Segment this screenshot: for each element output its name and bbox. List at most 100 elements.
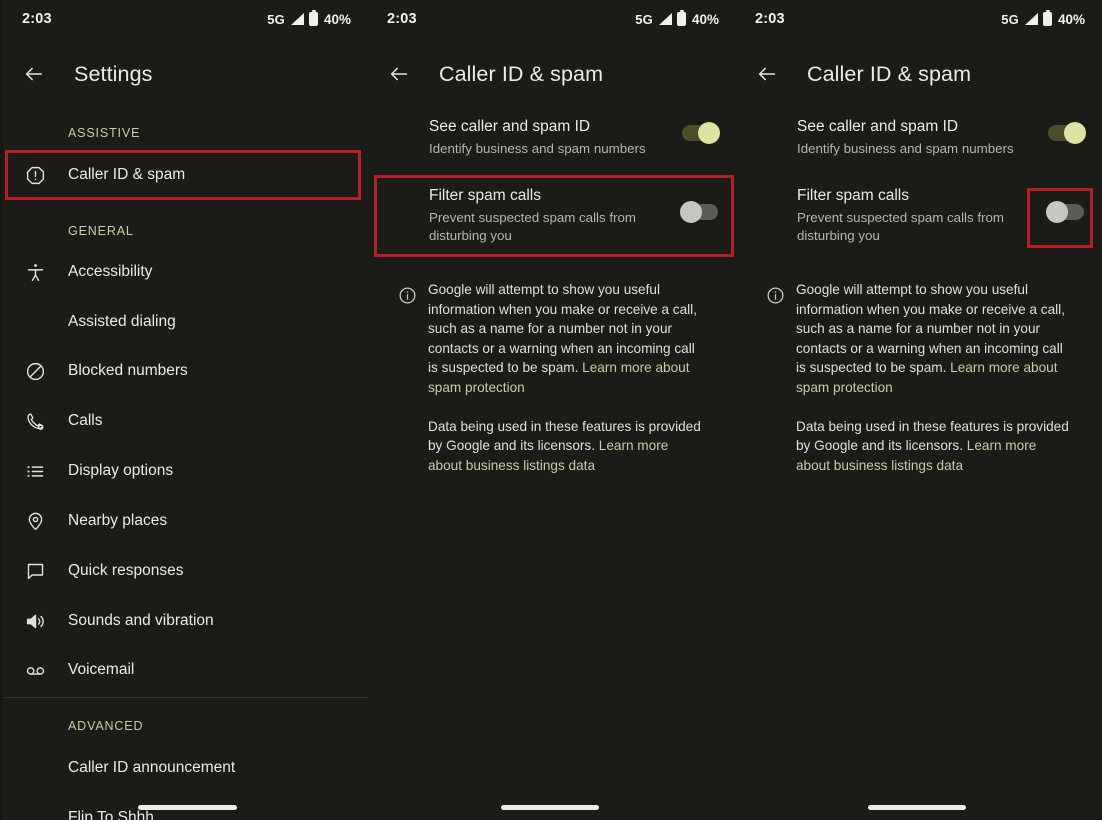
sidebar-item-label: Assisted dialing xyxy=(68,313,176,331)
back-arrow-icon[interactable] xyxy=(744,63,790,85)
section-header-assistive: ASSISTIVE xyxy=(3,126,140,140)
info-icon xyxy=(386,280,428,305)
setting-title: Filter spam calls xyxy=(797,186,1048,206)
sidebar-item-label: Display options xyxy=(68,462,173,480)
battery-percent: 40% xyxy=(1058,12,1085,27)
setting-row-see-caller-and-spam-id[interactable]: See caller and spam ID Identify business… xyxy=(736,117,1102,158)
sidebar-item-accessibility[interactable]: Accessibility xyxy=(3,247,368,297)
info-icon xyxy=(754,280,796,305)
network-type-label: 5G xyxy=(635,12,653,27)
info-text: Google will attempt to show you useful i… xyxy=(428,280,706,475)
sidebar-item-label: Voicemail xyxy=(68,661,134,679)
app-bar: Caller ID & spam xyxy=(736,52,1102,96)
status-icons: 5G 40% xyxy=(1001,12,1085,27)
voicemail-icon xyxy=(3,660,68,681)
home-indicator xyxy=(501,805,599,810)
status-time: 2:03 xyxy=(22,11,52,27)
section-header-general: GENERAL xyxy=(3,224,134,238)
section-header-advanced: ADVANCED xyxy=(3,719,143,733)
setting-title: See caller and spam ID xyxy=(797,117,1048,137)
sidebar-item-label: Calls xyxy=(68,412,102,430)
toggle-thumb xyxy=(1046,201,1068,223)
setting-texts: See caller and spam ID Identify business… xyxy=(797,117,1048,158)
sidebar-item-label: Accessibility xyxy=(68,263,152,281)
sidebar-item-calls[interactable]: Calls xyxy=(3,396,368,446)
network-type-label: 5G xyxy=(267,12,285,27)
battery-percent: 40% xyxy=(692,12,719,27)
info-paragraph-2: Data being used in these features is pro… xyxy=(428,417,706,476)
app-bar: Settings xyxy=(3,52,368,96)
accessibility-icon xyxy=(3,262,68,283)
setting-texts: Filter spam calls Prevent suspected spam… xyxy=(797,186,1048,245)
setting-row-see-caller-and-spam-id[interactable]: See caller and spam ID Identify business… xyxy=(368,117,736,158)
sidebar-item-nearby-places[interactable]: Nearby places xyxy=(3,496,368,546)
sidebar-item-label: Flip To Shhh xyxy=(68,809,154,820)
sidebar-item-label: Blocked numbers xyxy=(68,362,188,380)
sidebar-item-label: Sounds and vibration xyxy=(68,612,214,630)
setting-title: Filter spam calls xyxy=(429,186,682,206)
setting-subtitle: Prevent suspected spam calls from distur… xyxy=(797,209,1048,245)
app-bar: Caller ID & spam xyxy=(368,52,736,96)
toggle-filter-spam-calls[interactable] xyxy=(682,204,718,220)
back-arrow-icon[interactable] xyxy=(11,63,57,85)
home-indicator xyxy=(138,805,237,810)
home-indicator xyxy=(868,805,966,810)
sidebar-item-blocked-numbers[interactable]: Blocked numbers xyxy=(3,346,368,396)
status-time: 2:03 xyxy=(755,11,785,27)
network-type-label: 5G xyxy=(1001,12,1019,27)
info-text: Google will attempt to show you useful i… xyxy=(796,280,1074,475)
status-icons: 5G 40% xyxy=(267,12,351,27)
sidebar-item-label: Nearby places xyxy=(68,512,167,530)
sidebar-item-caller-id-announcement[interactable]: Caller ID announcement xyxy=(3,743,368,793)
panel-caller-id-spam-toggle: 2:03 5G 40% Caller ID & spam See caller … xyxy=(736,0,1102,820)
setting-title: See caller and spam ID xyxy=(429,117,682,137)
status-bar: 2:03 5G 40% xyxy=(368,0,736,38)
sidebar-item-label: Caller ID & spam xyxy=(68,166,185,184)
setting-subtitle: Identify business and spam numbers xyxy=(797,140,1048,158)
toggle-see-caller-and-spam-id[interactable] xyxy=(682,125,718,141)
info-block: Google will attempt to show you useful i… xyxy=(368,280,736,475)
battery-percent: 40% xyxy=(324,12,351,27)
setting-row-filter-spam-calls[interactable]: Filter spam calls Prevent suspected spam… xyxy=(736,186,1102,245)
signal-bars-icon xyxy=(658,13,672,25)
status-time: 2:03 xyxy=(387,11,417,27)
three-panel-screenshot: 2:03 5G 40% Settings ASSISTIVE Caller ID… xyxy=(0,0,1102,820)
page-title: Caller ID & spam xyxy=(439,62,603,87)
toggle-thumb xyxy=(698,122,720,144)
list-icon xyxy=(3,461,68,482)
info-block: Google will attempt to show you useful i… xyxy=(736,280,1102,475)
sidebar-item-voicemail[interactable]: Voicemail xyxy=(3,645,368,695)
sidebar-item-display-options[interactable]: Display options xyxy=(3,446,368,496)
setting-texts: See caller and spam ID Identify business… xyxy=(429,117,682,158)
battery-icon xyxy=(1043,12,1052,26)
volume-icon xyxy=(3,611,68,632)
sidebar-item-sounds-and-vibration[interactable]: Sounds and vibration xyxy=(3,596,368,646)
toggle-see-caller-and-spam-id[interactable] xyxy=(1048,125,1084,141)
setting-row-filter-spam-calls[interactable]: Filter spam calls Prevent suspected spam… xyxy=(368,186,736,245)
panel-caller-id-spam-row: 2:03 5G 40% Caller ID & spam See caller … xyxy=(368,0,736,820)
phone-icon xyxy=(3,411,68,432)
sidebar-item-quick-responses[interactable]: Quick responses xyxy=(3,546,368,596)
battery-icon xyxy=(677,12,686,26)
setting-subtitle: Prevent suspected spam calls from distur… xyxy=(429,209,681,245)
signal-bars-icon xyxy=(290,13,304,25)
status-bar: 2:03 5G 40% xyxy=(3,0,368,38)
sidebar-item-assisted-dialing[interactable]: Assisted dialing xyxy=(3,297,368,347)
back-arrow-icon[interactable] xyxy=(376,63,422,85)
setting-subtitle: Identify business and spam numbers xyxy=(429,140,681,158)
info-paragraph-1: Google will attempt to show you useful i… xyxy=(796,280,1074,398)
page-title: Caller ID & spam xyxy=(807,62,971,87)
toggle-thumb xyxy=(680,201,702,223)
status-icons: 5G 40% xyxy=(635,12,719,27)
toggle-filter-spam-calls[interactable] xyxy=(1048,204,1084,220)
sidebar-item-caller-id-spam[interactable]: Caller ID & spam xyxy=(3,150,368,200)
setting-texts: Filter spam calls Prevent suspected spam… xyxy=(429,186,682,245)
status-bar: 2:03 5G 40% xyxy=(736,0,1102,38)
battery-icon xyxy=(309,12,318,26)
list-divider xyxy=(3,697,368,698)
block-icon xyxy=(3,361,68,382)
info-paragraph-1: Google will attempt to show you useful i… xyxy=(428,280,706,398)
message-icon xyxy=(3,561,68,582)
sidebar-item-label: Quick responses xyxy=(68,562,183,580)
page-title: Settings xyxy=(74,62,153,87)
